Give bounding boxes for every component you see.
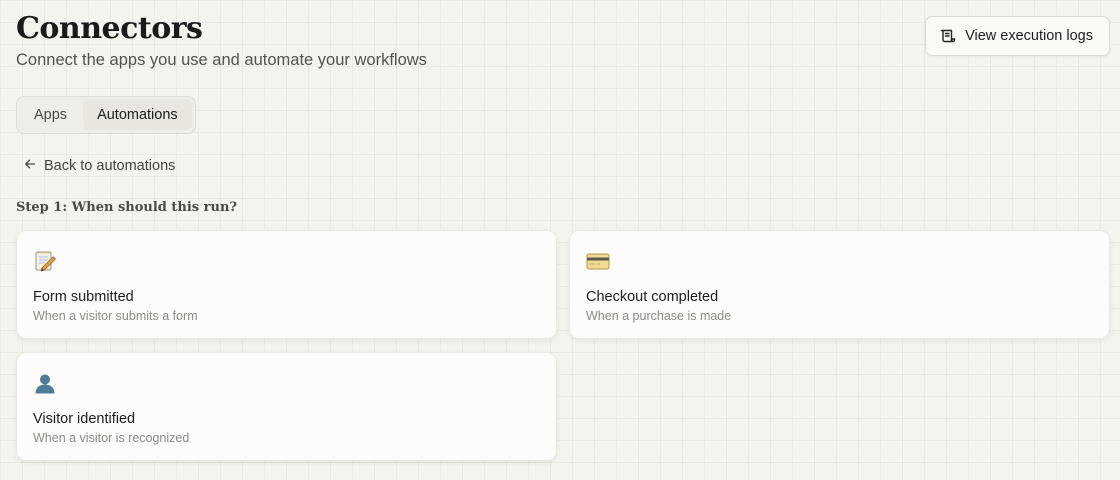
trigger-title: Checkout completed	[586, 289, 719, 305]
tab-apps[interactable]: Apps	[20, 100, 81, 130]
trigger-card-visitor-identified[interactable]: Visitor identified When a visitor is rec…	[16, 352, 557, 461]
tab-apps-label: Apps	[34, 107, 68, 123]
page-header: Connectors Connect the apps you use and …	[16, 10, 427, 70]
person-silhouette-icon	[33, 371, 57, 395]
tab-automations[interactable]: Automations	[83, 100, 192, 130]
scroll-icon	[940, 28, 956, 44]
trigger-card-checkout-completed[interactable]: Checkout completed When a purchase is ma…	[569, 230, 1110, 339]
back-link-label: Back to automations	[44, 158, 176, 174]
tab-bar: Apps Automations	[16, 96, 196, 134]
step-label: Step 1: When should this run?	[16, 200, 238, 215]
tab-automations-label: Automations	[97, 107, 178, 123]
page-subtitle: Connect the apps you use and automate yo…	[16, 51, 427, 69]
view-execution-logs-button[interactable]: View execution logs	[925, 16, 1110, 56]
trigger-description: When a purchase is made	[586, 309, 732, 323]
back-to-automations-link[interactable]: Back to automations	[24, 158, 175, 174]
trigger-title: Form submitted	[33, 289, 134, 305]
page-title: Connectors	[16, 11, 203, 46]
arrow-left-icon	[24, 158, 36, 174]
trigger-card-form-submitted[interactable]: Form submitted When a visitor submits a …	[16, 230, 557, 339]
trigger-description: When a visitor submits a form	[33, 309, 198, 323]
view-execution-logs-label: View execution logs	[965, 28, 1093, 44]
trigger-description: When a visitor is recognized	[33, 431, 190, 445]
credit-card-icon	[586, 249, 610, 273]
trigger-title: Visitor identified	[33, 411, 136, 427]
memo-icon	[33, 249, 57, 273]
